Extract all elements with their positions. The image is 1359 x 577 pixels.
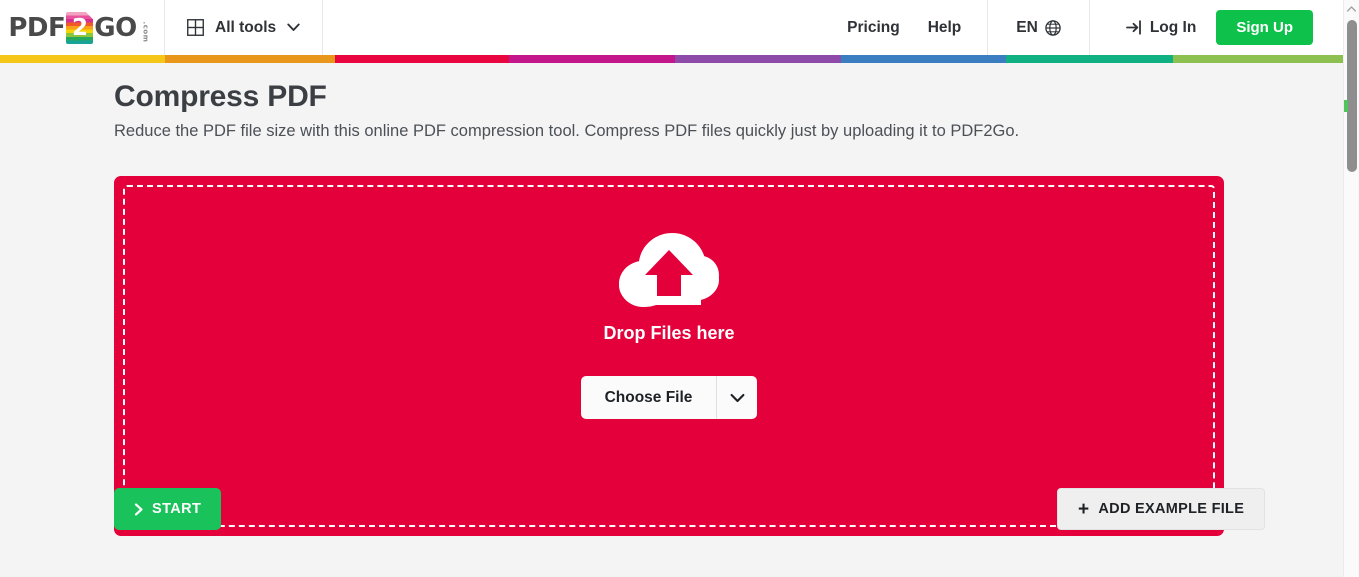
language-label: EN — [1016, 18, 1038, 36]
chevron-right-icon — [134, 503, 144, 516]
logo-text-go: GO — [94, 12, 137, 43]
rainbow-divider — [0, 55, 1343, 63]
page-title: Compress PDF — [114, 80, 327, 113]
pdf2go-logo[interactable]: PDF 2 GO .com — [0, 0, 165, 55]
rainbow-segment-0 — [0, 55, 165, 63]
dropzone-inner: Drop Files here Choose File — [123, 185, 1215, 527]
file-dropzone[interactable]: Drop Files here Choose File — [114, 176, 1224, 536]
logo-digit-two: 2 — [72, 15, 88, 41]
cloud-upload-icon — [619, 233, 719, 311]
globe-icon — [1045, 19, 1061, 36]
chevron-down-icon — [730, 393, 745, 403]
site-header: PDF 2 GO .com All tools Pricing Help EN … — [0, 0, 1343, 55]
all-tools-label: All tools — [215, 18, 277, 36]
logo-text-com: .com — [141, 21, 150, 42]
language-selector[interactable]: EN — [988, 0, 1090, 55]
logo-document-icon: 2 — [66, 11, 94, 44]
login-button[interactable]: Log In — [1125, 18, 1197, 37]
choose-file-group: Choose File — [580, 376, 758, 419]
rainbow-segment-6 — [1006, 55, 1173, 63]
rainbow-segment-4 — [675, 55, 841, 63]
page-root: PDF 2 GO .com All tools Pricing Help EN … — [0, 0, 1359, 577]
start-label: START — [152, 501, 202, 517]
scrollbar-up-arrow[interactable] — [1344, 0, 1359, 17]
page-subtitle: Reduce the PDF file size with this onlin… — [114, 122, 1020, 140]
plus-icon: + — [1078, 498, 1090, 520]
choose-file-dropdown-button[interactable] — [716, 376, 758, 419]
sign-in-icon — [1125, 20, 1143, 35]
login-label: Log In — [1149, 18, 1197, 36]
rainbow-segment-7 — [1173, 55, 1343, 63]
scrollbar-marker — [1344, 100, 1348, 112]
add-example-file-button[interactable]: + ADD EXAMPLE FILE — [1057, 488, 1266, 530]
add-example-label: ADD EXAMPLE FILE — [1098, 501, 1245, 517]
rainbow-segment-5 — [841, 55, 1006, 63]
main-content: Compress PDF Reduce the PDF file size wi… — [0, 63, 1343, 577]
chevron-down-icon — [287, 23, 300, 32]
rainbow-segment-2 — [335, 55, 509, 63]
all-tools-menu[interactable]: All tools — [165, 0, 324, 55]
rainbow-segment-3 — [509, 55, 675, 63]
drop-files-label: Drop Files here — [603, 323, 735, 343]
start-button[interactable]: START — [114, 488, 222, 530]
page-scrollbar[interactable] — [1343, 0, 1359, 577]
nav-link-help[interactable]: Help — [928, 19, 962, 37]
choose-file-button[interactable]: Choose File — [580, 376, 717, 419]
nav-link-pricing[interactable]: Pricing — [847, 19, 900, 37]
scrollbar-thumb[interactable] — [1347, 20, 1357, 172]
logo-text-pdf: PDF — [8, 12, 66, 43]
grid-icon — [187, 19, 204, 36]
auth-area: Log In Sign Up — [1090, 0, 1343, 55]
rainbow-segment-1 — [165, 55, 335, 63]
signup-button[interactable]: Sign Up — [1216, 10, 1313, 45]
header-nav: Pricing Help — [847, 0, 989, 55]
